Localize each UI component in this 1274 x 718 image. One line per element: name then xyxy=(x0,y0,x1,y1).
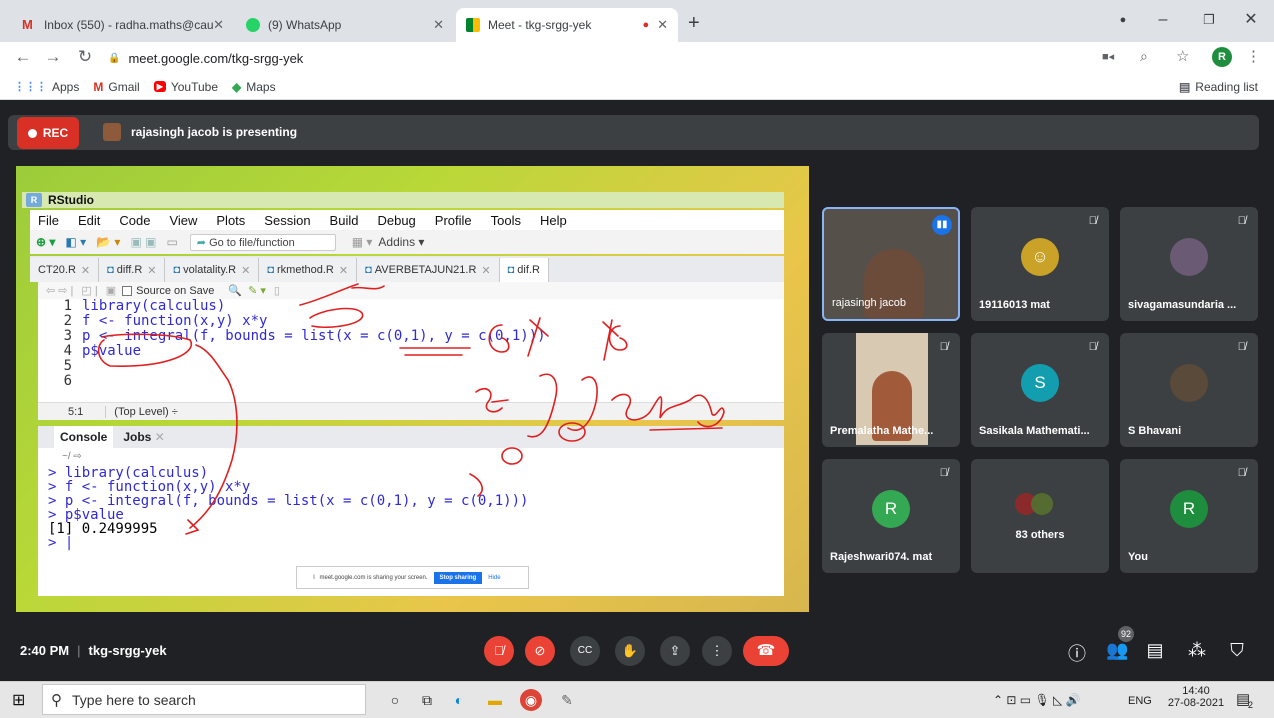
annotation-stroke xyxy=(567,376,598,431)
search-icon: ⚲ xyxy=(51,691,62,709)
annotation-stroke xyxy=(469,473,483,497)
stop-sharing-button[interactable]: Stop sharing xyxy=(433,571,483,584)
hand-icon: ✋ xyxy=(621,643,639,658)
host-controls-icon[interactable]: ⛉ xyxy=(1226,640,1248,661)
chrome-icon[interactable]: ◉ xyxy=(520,689,542,711)
mic-off-icon: 🎙̸ xyxy=(494,643,504,658)
speaking-icon: ▮▮ xyxy=(932,215,952,235)
annotation-stroke xyxy=(501,447,523,465)
meeting-details: 2:40 PM | tkg-srgg-yek xyxy=(20,643,167,658)
drag-handle-icon[interactable]: ‖ xyxy=(313,575,315,581)
people-icon[interactable]: 👥 xyxy=(1106,640,1128,661)
raise-hand-button[interactable]: ✋ xyxy=(615,636,645,666)
language-indicator[interactable]: ENG xyxy=(1128,695,1152,707)
mic-off-icon: 🎙̸ xyxy=(1237,215,1246,227)
cortana-icon[interactable]: ○ xyxy=(384,689,406,711)
participant-tile[interactable]: 🎙̸ ☺ 19116013 mat xyxy=(971,207,1109,321)
participant-avatar xyxy=(1031,493,1053,515)
annotation-stroke xyxy=(558,422,586,442)
participant-tile[interactable]: 🎙̸ S Bhavani xyxy=(1120,333,1258,447)
paint-icon[interactable]: ✎ xyxy=(556,689,578,711)
participant-tile[interactable]: 🎙̸ sivagamasundaria ... xyxy=(1120,207,1258,321)
clock[interactable]: 14:40 27-08-2021 xyxy=(1166,685,1226,709)
participant-avatar xyxy=(1170,238,1208,276)
mic-off-icon: 🎙̸ xyxy=(1237,341,1246,353)
mic-toggle-button[interactable]: 🎙̸ xyxy=(484,636,514,666)
present-button[interactable]: ⇪ xyxy=(660,636,690,666)
annotation-stroke xyxy=(475,387,509,413)
participant-tile[interactable]: 🎙̸ R Rajeshwari074. mat xyxy=(822,459,960,573)
annotation-stroke xyxy=(299,283,359,306)
annotation-stroke xyxy=(488,324,510,353)
notification-count: 2 xyxy=(1248,700,1254,710)
meeting-info-icon[interactable]: ⓘ xyxy=(1066,640,1088,666)
windows-start-icon[interactable]: ⊞ xyxy=(12,690,25,710)
annotation-stroke xyxy=(527,373,558,438)
participant-avatar xyxy=(1170,364,1208,402)
annotation-stroke xyxy=(399,347,471,356)
annotation-stroke xyxy=(309,307,364,329)
mic-off-icon: 🎙̸ xyxy=(939,341,948,353)
participant-count-badge: 92 xyxy=(1118,626,1134,642)
camera-off-icon: ⊘ xyxy=(534,643,546,658)
annotation-stroke xyxy=(351,285,385,290)
activities-icon[interactable]: ⁂ xyxy=(1186,640,1208,661)
participant-avatar: R xyxy=(872,490,910,528)
more-icon: ⋮ xyxy=(710,643,724,658)
chat-icon[interactable]: ▤ xyxy=(1144,640,1166,661)
hide-button[interactable]: Hide xyxy=(488,575,500,581)
annotation-stroke xyxy=(611,393,725,428)
annotation-stroke xyxy=(97,333,193,367)
mic-off-icon: 🎙̸ xyxy=(1088,341,1097,353)
annotation-stroke xyxy=(189,344,238,529)
hangup-icon: ☎ xyxy=(756,642,776,659)
present-icon: ⇪ xyxy=(669,643,681,658)
task-view-icon[interactable]: ⧉ xyxy=(416,689,438,711)
system-tray-icons[interactable]: ⌃ ⊡ ▭ 🎙 ◺ 🔊 xyxy=(993,693,1081,707)
mic-off-icon: 🎙̸ xyxy=(939,467,948,479)
cc-icon: CC xyxy=(577,645,593,656)
taskbar-search[interactable]: ⚲ Type here to search xyxy=(42,684,366,715)
more-options-button[interactable]: ⋮ xyxy=(702,636,732,666)
participant-tile[interactable]: 🎙̸ S Sasikala Mathemati... xyxy=(971,333,1109,447)
mic-off-icon: 🎙̸ xyxy=(1237,467,1246,479)
participant-tile[interactable]: ▮▮ rajasingh jacob xyxy=(822,207,960,321)
participant-avatar: ☺ xyxy=(1021,238,1059,276)
captions-button[interactable]: CC xyxy=(570,636,600,666)
camera-toggle-button[interactable]: ⊘ xyxy=(525,636,555,666)
participant-tile[interactable]: 🎙̸ Premalatha Mathe... xyxy=(822,333,960,447)
others-tile[interactable]: 83 others xyxy=(971,459,1109,573)
file-explorer-icon[interactable]: ▬ xyxy=(484,689,506,711)
screen-share-bar: ‖ meet.google.com is sharing your screen… xyxy=(296,566,529,589)
mic-off-icon: 🎙̸ xyxy=(1088,215,1097,227)
annotation-stroke xyxy=(649,427,723,431)
edge-icon[interactable]: ◐ xyxy=(448,689,470,711)
self-tile[interactable]: 🎙̸ R You xyxy=(1120,459,1258,573)
annotation-stroke xyxy=(527,317,549,357)
leave-call-button[interactable]: ☎ xyxy=(743,636,789,666)
participant-avatar: R xyxy=(1170,490,1208,528)
participant-avatar: S xyxy=(1021,364,1059,402)
